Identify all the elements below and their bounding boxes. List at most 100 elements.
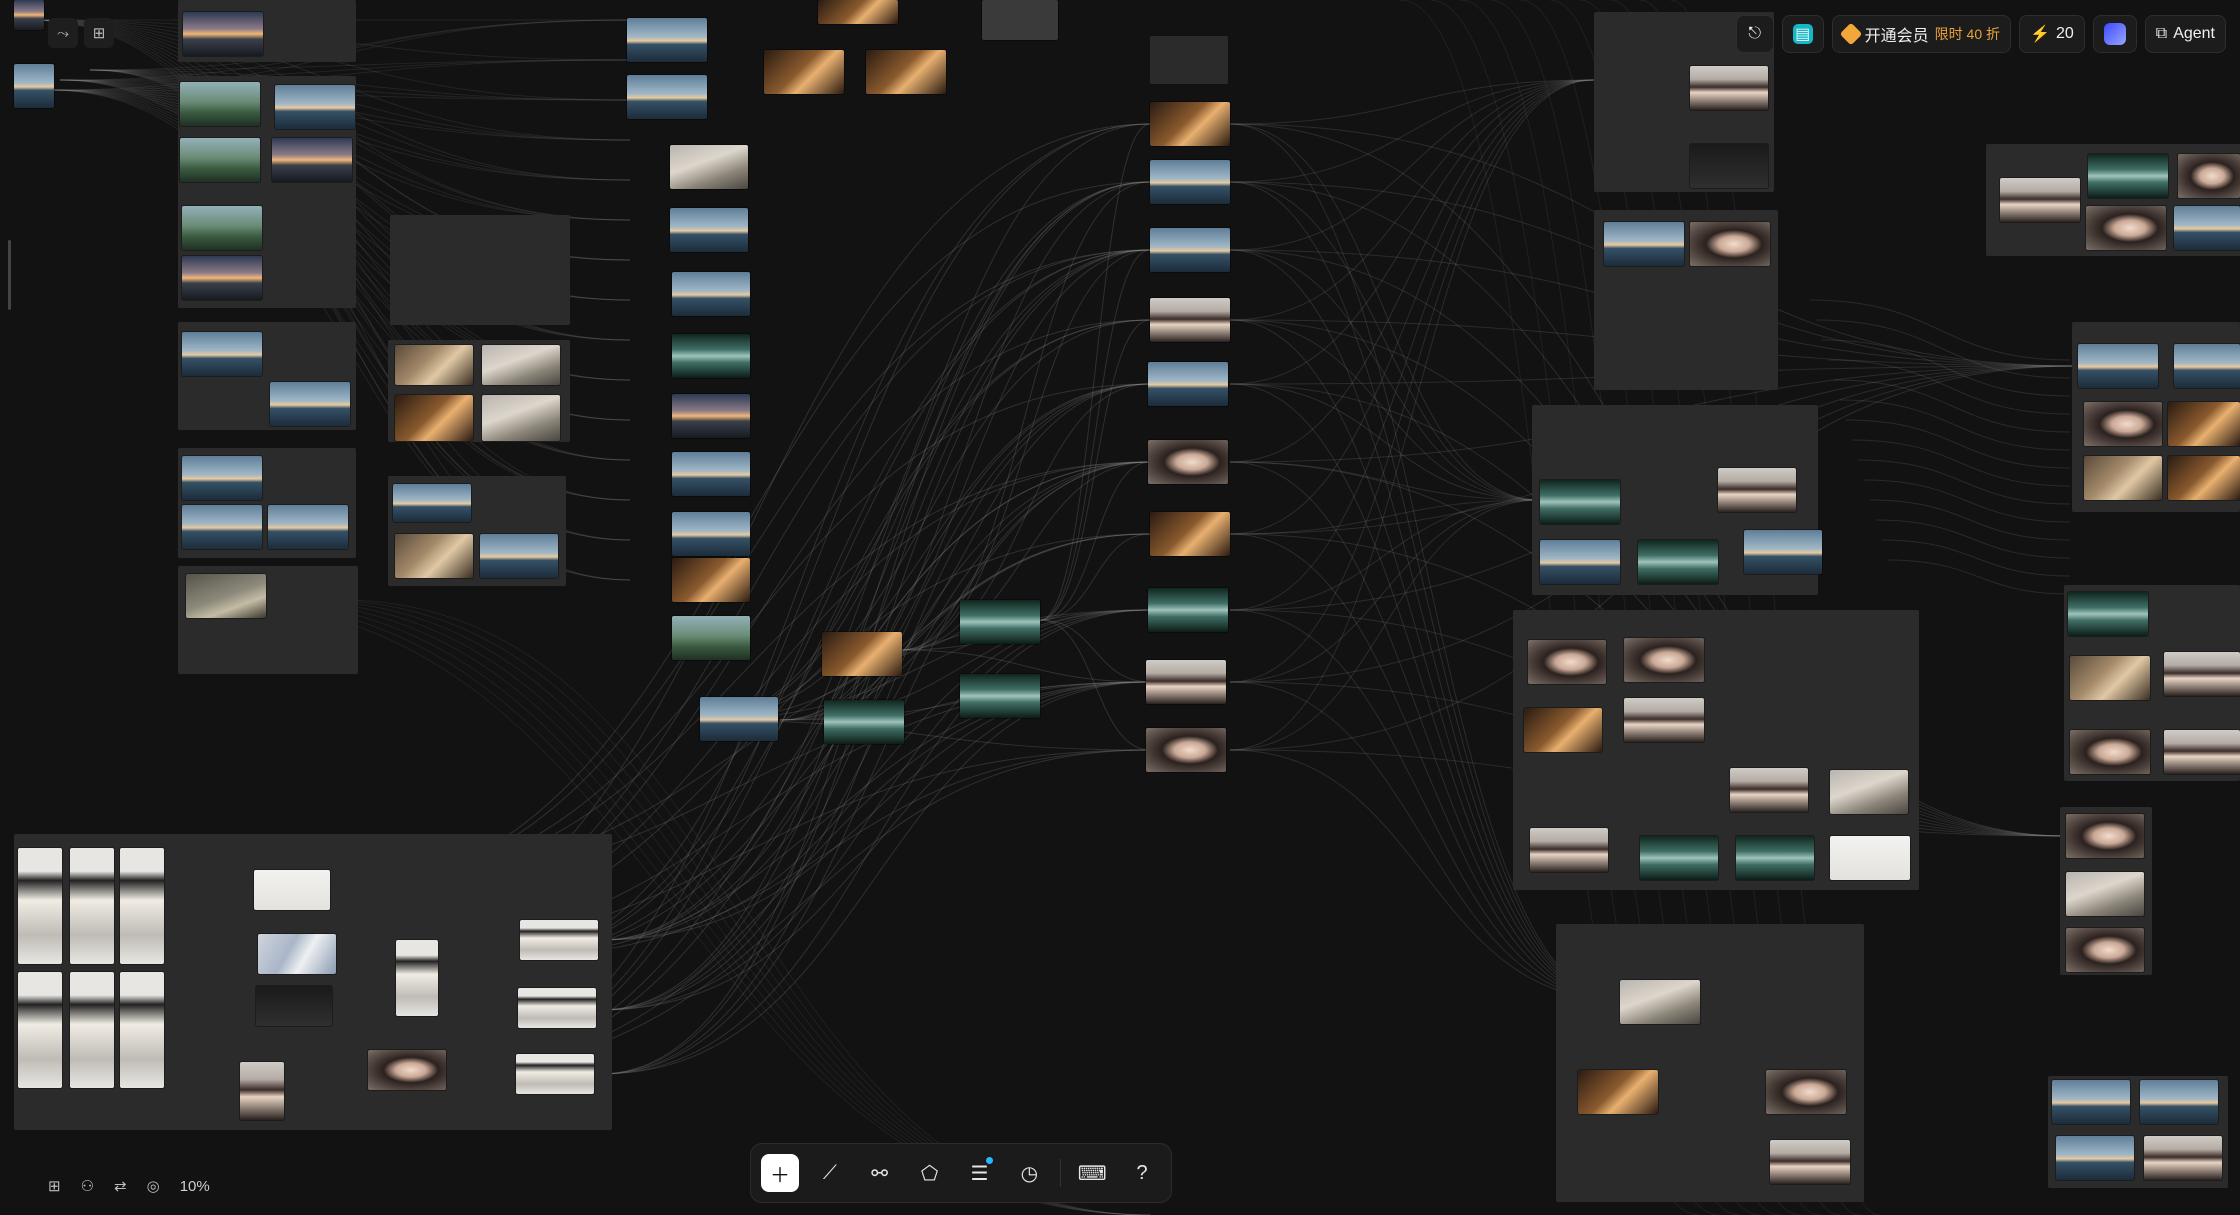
flow-icon[interactable]: ⤳ — [48, 18, 78, 48]
image-node[interactable] — [1690, 66, 1768, 110]
image-node[interactable] — [670, 145, 748, 189]
layers-button[interactable]: ▤ — [1781, 15, 1824, 53]
image-node[interactable] — [672, 558, 750, 602]
image-node[interactable] — [2174, 206, 2240, 250]
add-node-button[interactable]: ＋ — [761, 1154, 799, 1192]
image-node[interactable] — [268, 505, 348, 549]
image-node[interactable] — [2066, 872, 2144, 916]
image-node[interactable] — [1150, 102, 1230, 146]
image-node[interactable] — [516, 1054, 594, 1094]
image-node[interactable] — [1528, 640, 1606, 684]
help-button[interactable]: ? — [1123, 1154, 1161, 1192]
image-node[interactable] — [18, 972, 62, 1088]
image-node[interactable] — [1150, 228, 1230, 272]
image-node[interactable] — [2140, 1080, 2218, 1124]
image-node[interactable] — [1620, 980, 1700, 1024]
image-node[interactable] — [518, 988, 596, 1028]
node-group[interactable] — [1150, 36, 1228, 84]
image-node[interactable] — [2066, 814, 2144, 858]
image-node[interactable] — [393, 484, 471, 522]
image-node[interactable] — [2168, 402, 2240, 446]
image-node[interactable] — [1150, 512, 1230, 556]
image-node[interactable] — [1624, 698, 1704, 742]
connect-tool-button[interactable]: ⚯ — [861, 1154, 899, 1192]
keyboard-shortcuts-button[interactable]: ⌨ — [1073, 1154, 1111, 1192]
canvas-scroll-track[interactable] — [8, 240, 11, 310]
image-node[interactable] — [672, 616, 750, 660]
image-node[interactable] — [254, 870, 330, 910]
history-tool-button[interactable]: ◷ — [1010, 1154, 1048, 1192]
image-node[interactable] — [672, 512, 750, 556]
image-node[interactable] — [258, 934, 336, 974]
node-group[interactable] — [390, 215, 570, 325]
image-node[interactable] — [2178, 154, 2240, 198]
image-node[interactable] — [120, 848, 164, 964]
image-node[interactable] — [1766, 1070, 1846, 1114]
image-node[interactable] — [1146, 660, 1226, 704]
image-node[interactable] — [275, 85, 355, 129]
image-node[interactable] — [1770, 1140, 1850, 1184]
image-node[interactable] — [2168, 456, 2240, 500]
image-node[interactable] — [182, 332, 262, 376]
image-node[interactable] — [256, 986, 332, 1026]
image-node[interactable] — [2084, 402, 2162, 446]
image-node[interactable] — [396, 940, 438, 1016]
image-node[interactable] — [2164, 652, 2240, 696]
image-node[interactable] — [670, 208, 748, 252]
profile-button[interactable] — [2092, 15, 2137, 53]
image-node[interactable] — [1540, 540, 1620, 584]
image-node[interactable] — [395, 534, 473, 578]
image-node[interactable] — [1148, 588, 1228, 632]
image-node[interactable] — [672, 334, 750, 378]
image-node[interactable] — [2070, 730, 2150, 774]
image-node[interactable] — [700, 697, 778, 741]
image-node[interactable] — [2174, 344, 2240, 388]
image-node[interactable] — [70, 972, 114, 1088]
image-node[interactable] — [70, 848, 114, 964]
image-node[interactable] — [480, 534, 558, 578]
image-node[interactable] — [395, 395, 473, 441]
image-node[interactable] — [1148, 362, 1228, 406]
image-node[interactable] — [182, 206, 262, 250]
image-node[interactable] — [2066, 928, 2144, 972]
image-node[interactable] — [627, 75, 707, 119]
image-node[interactable] — [818, 0, 898, 24]
image-node[interactable] — [1730, 768, 1808, 812]
image-node[interactable] — [1540, 480, 1620, 524]
image-node[interactable] — [1830, 770, 1908, 814]
fingerprint-icon[interactable]: ◎ — [147, 1177, 160, 1195]
image-node[interactable] — [1640, 836, 1718, 880]
image-node[interactable] — [764, 50, 844, 94]
image-node[interactable] — [960, 674, 1040, 718]
membership-button[interactable]: 开通会员 限时 40 折 — [1831, 15, 2012, 53]
image-node[interactable] — [2052, 1080, 2130, 1124]
image-node[interactable] — [1690, 144, 1768, 188]
image-node[interactable] — [395, 345, 473, 385]
image-node[interactable] — [272, 138, 352, 182]
image-node[interactable] — [120, 972, 164, 1088]
image-node[interactable] — [520, 920, 598, 960]
swap-icon[interactable]: ⇄ — [114, 1177, 127, 1195]
image-node[interactable] — [1148, 440, 1228, 484]
image-node[interactable] — [2070, 656, 2150, 700]
image-node[interactable] — [1718, 468, 1796, 512]
image-node[interactable] — [18, 848, 62, 964]
image-node[interactable] — [2078, 344, 2158, 388]
layout-icon[interactable]: ⊞ — [84, 18, 114, 48]
image-node[interactable] — [182, 456, 262, 500]
image-node[interactable] — [2056, 1136, 2134, 1180]
image-node[interactable] — [270, 382, 350, 426]
image-node[interactable] — [183, 12, 263, 56]
image-node[interactable] — [982, 0, 1058, 40]
image-node[interactable] — [1744, 530, 1822, 574]
image-node[interactable] — [368, 1050, 446, 1090]
image-node[interactable] — [1150, 298, 1230, 342]
image-node[interactable] — [1690, 222, 1770, 266]
credits-button[interactable]: ⚡ 20 — [2019, 15, 2085, 53]
image-node[interactable] — [824, 700, 904, 744]
image-node[interactable] — [1150, 160, 1230, 204]
grid-icon[interactable]: ⊞ — [48, 1177, 61, 1195]
image-node[interactable] — [1578, 1070, 1658, 1114]
image-node[interactable] — [960, 600, 1040, 644]
image-node[interactable] — [672, 394, 750, 438]
